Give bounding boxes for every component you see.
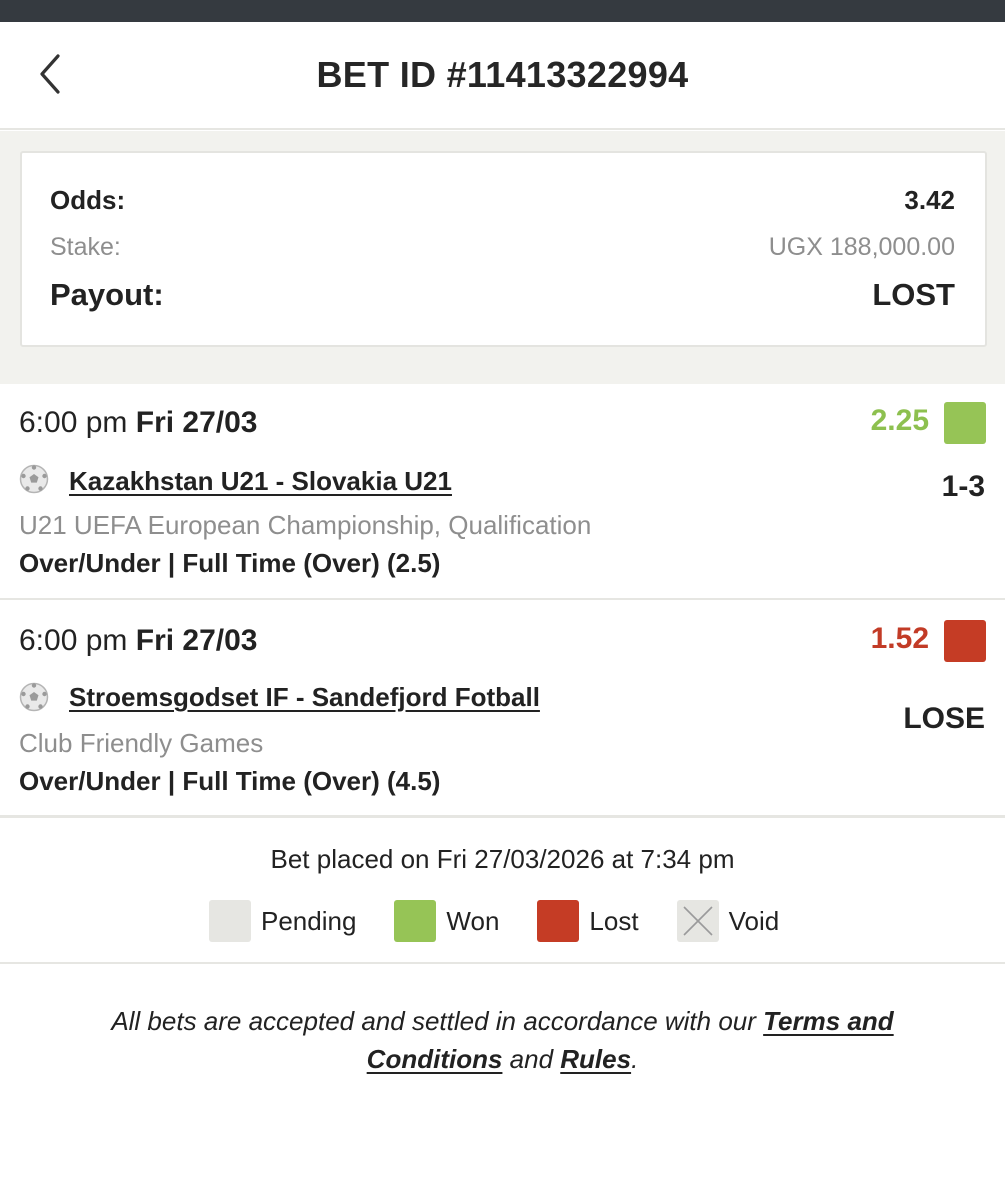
- match-link[interactable]: Stroemsgodset IF - Sandefjord Fotball: [69, 682, 540, 713]
- footer-text: and: [502, 1044, 561, 1074]
- payout-value: LOST: [872, 277, 955, 312]
- market-selection: Over/Under | Full Time (Over) (2.5): [19, 548, 441, 578]
- legend-label: Void: [728, 905, 780, 936]
- summary-section: Odds: 3.42 Stake: UGX 188,000.00 Payout:…: [0, 131, 1005, 384]
- summary-card: Odds: 3.42 Stake: UGX 188,000.00 Payout:…: [20, 151, 987, 347]
- stake-row: Stake: UGX 188,000.00: [50, 233, 955, 262]
- legend-void: Void: [676, 900, 780, 942]
- payout-row: Payout: LOST: [50, 277, 955, 313]
- won-swatch: [394, 900, 437, 942]
- bet-odds: 2.25: [870, 404, 929, 437]
- odds-value: 3.42: [904, 185, 955, 215]
- status-won-badge: [944, 402, 986, 444]
- bet-datetime: 6:00 pm Fri 27/03: [19, 406, 258, 440]
- match-result: LOSE: [903, 702, 985, 735]
- status-bar: [0, 0, 1005, 22]
- legend-won: Won: [394, 900, 499, 942]
- status-legend: Pending Won Lost Void: [209, 900, 817, 942]
- bet-placed-timestamp: Bet placed on Fri 27/03/2026 at 7:34 pm: [270, 844, 735, 874]
- rules-link[interactable]: Rules: [560, 1044, 631, 1074]
- footer-text: All bets are accepted and settled in acc…: [111, 1006, 764, 1036]
- bet-time: 6:00 pm: [19, 406, 128, 439]
- odds-label: Odds:: [50, 185, 126, 215]
- match-result: 1-3: [941, 470, 985, 503]
- total-odds-row: Odds: 3.42: [50, 185, 955, 216]
- page-title: BET ID #11413322994: [316, 54, 689, 95]
- header: BET ID #11413322994: [0, 22, 1005, 130]
- footer-text: .: [631, 1044, 639, 1074]
- bet-datetime: 6:00 pm Fri 27/03: [19, 624, 258, 658]
- pending-swatch: [209, 900, 251, 942]
- void-cross-icon: [683, 906, 713, 936]
- bet-date: Fri 27/03: [135, 624, 258, 657]
- bet-selection: 6:00 pm Fri 27/03 1.52 Stroemsgodset IF …: [0, 602, 1005, 818]
- terms-notice: All bets are accepted and settled in acc…: [60, 1002, 945, 1078]
- soccer-ball-icon: [19, 682, 49, 712]
- stake-label: Stake:: [50, 233, 121, 261]
- market-selection: Over/Under | Full Time (Over) (4.5): [19, 766, 441, 796]
- bet-odds: 1.52: [870, 622, 929, 655]
- legend-label: Won: [446, 905, 500, 936]
- stake-value: UGX 188,000.00: [768, 233, 955, 261]
- void-swatch: [676, 900, 719, 942]
- bet-time: 6:00 pm: [19, 624, 128, 657]
- legend-label: Pending: [261, 905, 357, 936]
- legend-lost: Lost: [537, 900, 639, 942]
- bet-selection: 6:00 pm Fri 27/03 2.25 Kazakhstan U21 - …: [0, 384, 1005, 600]
- match-link[interactable]: Kazakhstan U21 - Slovakia U21: [69, 466, 452, 497]
- soccer-ball-icon: [19, 464, 49, 494]
- legend-pending: Pending: [209, 900, 356, 942]
- lost-swatch: [537, 900, 580, 942]
- divider: [0, 962, 1005, 964]
- status-lost-badge: [944, 620, 986, 662]
- legend-label: Lost: [589, 905, 639, 936]
- league-name: Club Friendly Games: [19, 728, 264, 758]
- bet-date: Fri 27/03: [135, 406, 258, 439]
- league-name: U21 UEFA European Championship, Qualific…: [19, 510, 592, 540]
- payout-label: Payout:: [50, 277, 164, 312]
